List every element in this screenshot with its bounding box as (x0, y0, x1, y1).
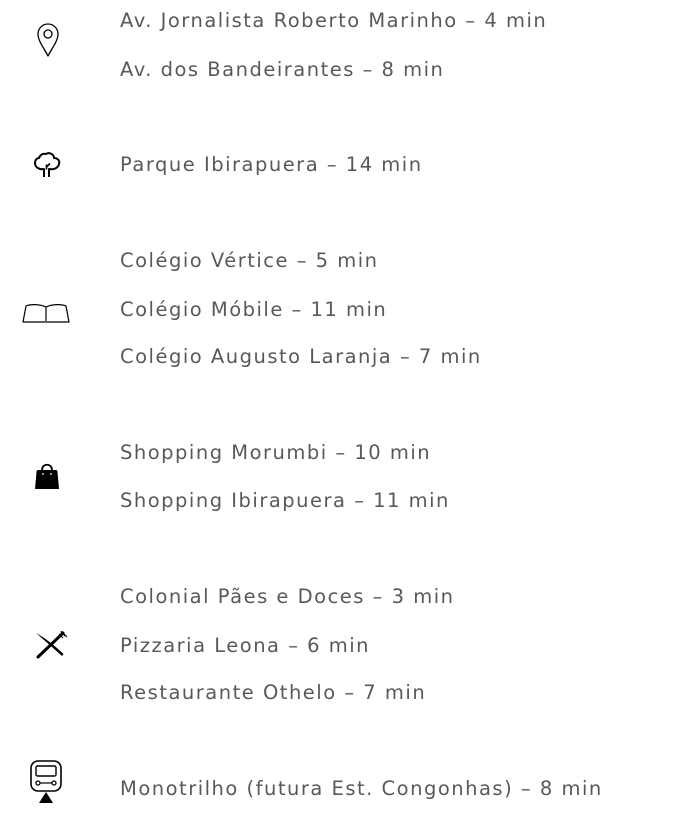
nearby-item: Colégio Móbile – 11 min (120, 298, 388, 321)
nearby-item: Parque Ibirapuera – 14 min (120, 153, 423, 176)
nearby-item: Shopping Ibirapuera – 11 min (120, 489, 450, 512)
monorail-icon (30, 760, 62, 803)
fork-knife-icon (36, 631, 68, 659)
nearby-item: Av. dos Bandeirantes – 8 min (120, 58, 445, 81)
nearby-item: Restaurante Othelo – 7 min (120, 681, 427, 704)
nearby-item: Pizzaria Leona – 6 min (120, 634, 371, 657)
shopping-bag-icon (35, 463, 59, 489)
open-book-icon (22, 304, 70, 323)
nearby-item: Colégio Vértice – 5 min (120, 249, 379, 272)
tree-icon (34, 152, 61, 177)
map-pin-icon (37, 23, 59, 57)
nearby-item: Colonial Pães e Doces – 3 min (120, 585, 455, 608)
nearby-item: Colégio Augusto Laranja – 7 min (120, 345, 482, 368)
nearby-item: Av. Jornalista Roberto Marinho – 4 min (120, 9, 548, 32)
nearby-item: Shopping Morumbi – 10 min (120, 441, 432, 464)
nearby-item: Monotrilho (futura Est. Congonhas) – 8 m… (120, 777, 603, 800)
